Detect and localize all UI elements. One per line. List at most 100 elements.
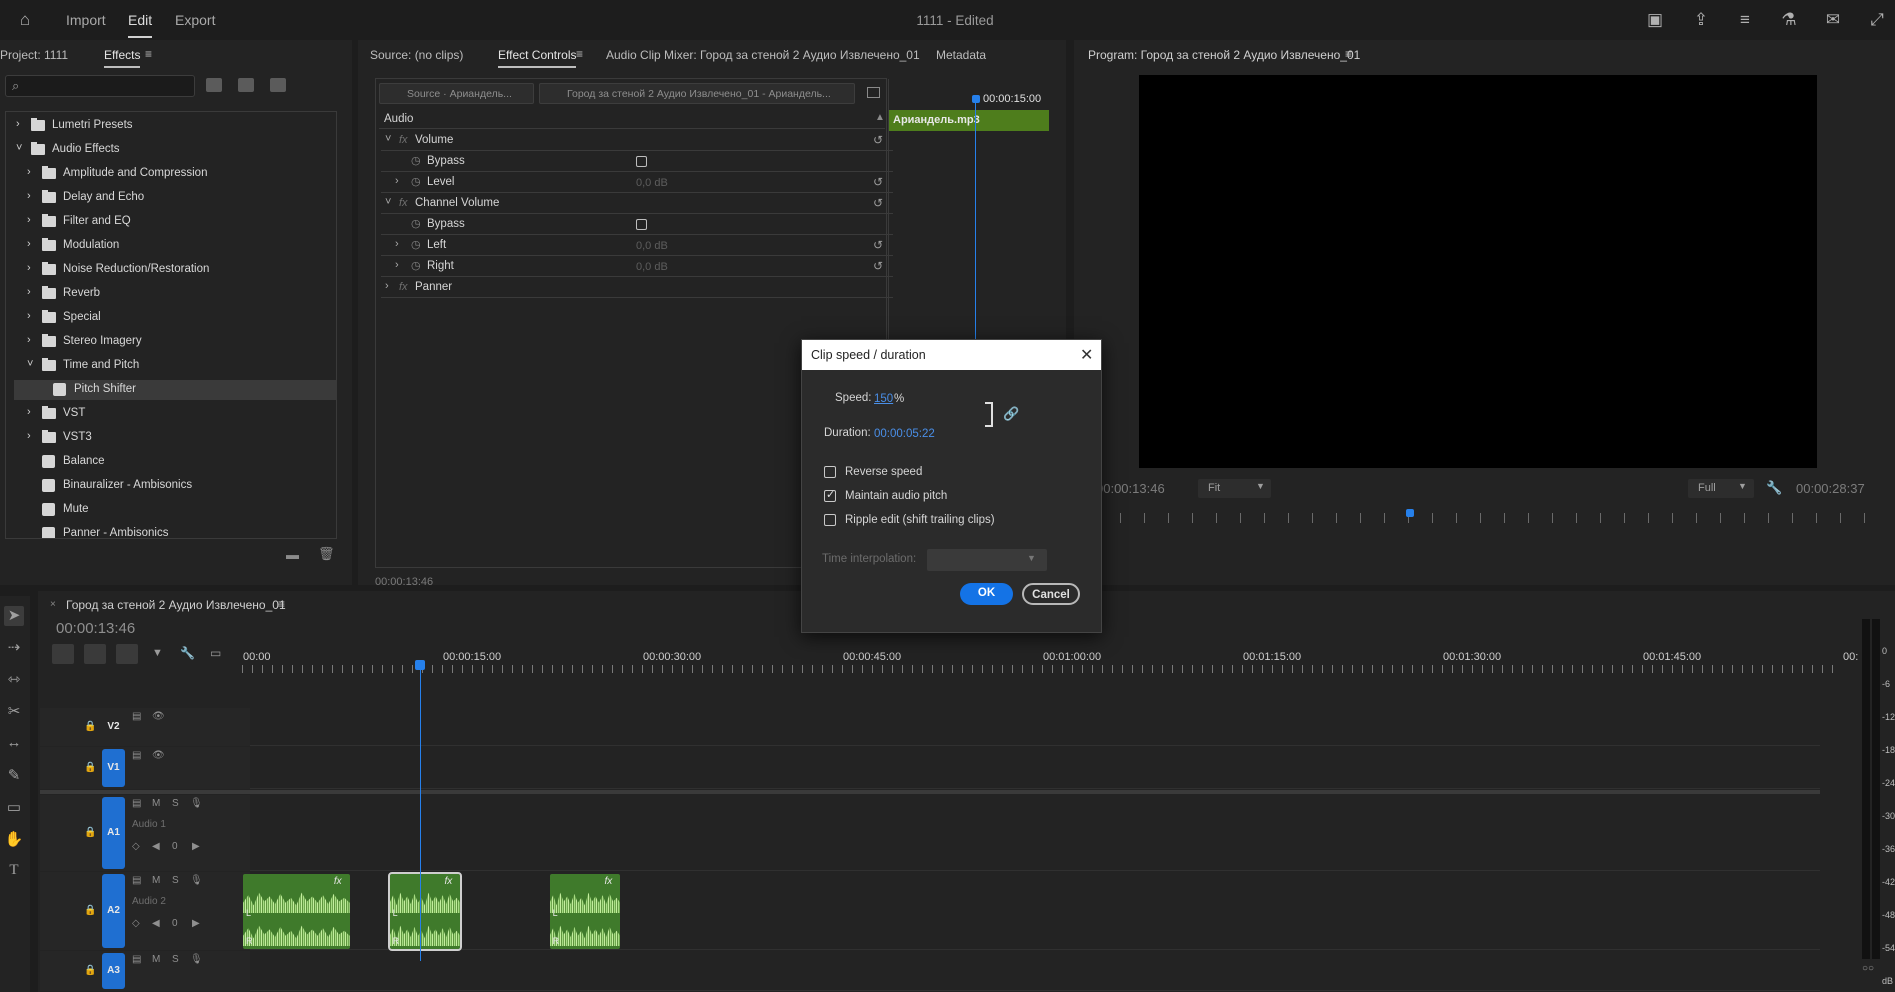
tab-project[interactable]: Project: 1111 <box>0 48 68 62</box>
track-select-tool-icon[interactable]: ⇢ <box>4 638 24 658</box>
stopwatch-icon[interactable]: ◷ <box>411 154 421 167</box>
track-volume[interactable]: 0 <box>172 841 178 852</box>
chevron-right-icon[interactable]: › <box>395 259 399 271</box>
stopwatch-icon[interactable]: ◷ <box>411 175 421 188</box>
mute-button[interactable]: M <box>152 875 160 886</box>
accelerated-effects-icon[interactable] <box>206 78 222 92</box>
reset-icon[interactable]: ↺ <box>873 259 883 273</box>
effect-control-row[interactable]: ◷ Bypass <box>381 214 893 235</box>
track-target-a1[interactable]: A1 <box>102 797 125 869</box>
trash-icon[interactable]: 🗑 <box>318 546 335 562</box>
reset-icon[interactable]: ↺ <box>873 238 883 252</box>
effect-control-row[interactable]: › ◷ Right 0,0 dB ↺ <box>381 256 893 277</box>
duration-value[interactable]: 00:00:05:22 <box>874 428 935 440</box>
sync-lock-icon[interactable]: ▤ <box>132 875 141 886</box>
prev-keyframe-icon[interactable]: ◀ <box>152 918 160 929</box>
track-volume[interactable]: 0 <box>172 918 178 929</box>
chevron-right-icon[interactable]: › <box>395 175 399 187</box>
effects-tree-item[interactable]: › VST3 <box>14 428 336 448</box>
panel-menu-icon[interactable]: ≡ <box>1345 47 1352 61</box>
source-dropdown[interactable]: Source · Ариандель... <box>379 83 534 104</box>
effects-search-input[interactable]: ⌕ <box>5 75 195 97</box>
ripple-edit-checkbox[interactable] <box>824 514 836 526</box>
stopwatch-icon[interactable]: ◷ <box>411 259 421 272</box>
fx-toggle-icon[interactable]: fx <box>399 134 408 146</box>
effects-tree-item[interactable]: › Delay and Echo <box>14 188 336 208</box>
panel-menu-icon[interactable]: ≡ <box>576 47 583 61</box>
fx-toggle-icon[interactable]: fx <box>399 197 408 209</box>
nav-import[interactable]: Import <box>66 12 106 28</box>
ok-button[interactable]: OK <box>960 583 1013 605</box>
timeline-settings-icon[interactable]: 🔧 <box>180 646 195 660</box>
keyframe-icon[interactable]: ◇ <box>132 918 140 929</box>
effects-tree-item[interactable]: › Filter and EQ <box>14 212 336 232</box>
sync-lock-icon[interactable]: ▤ <box>132 954 141 965</box>
param-value[interactable]: 0,0 dB <box>636 240 668 252</box>
reset-icon[interactable]: ↺ <box>873 196 883 210</box>
clip-dropdown[interactable]: Город за стеной 2 Аудио Извлечено_01 - А… <box>539 83 855 104</box>
microphone-icon[interactable]: 🎙 <box>190 875 203 886</box>
audio-clip[interactable]: fx L R <box>387 872 463 951</box>
slip-tool-icon[interactable]: ↔ <box>4 734 24 754</box>
pen-tool-icon[interactable]: ✎ <box>4 766 24 786</box>
chevron-down-icon[interactable]: ˅ <box>385 133 391 145</box>
effects-tree-item[interactable]: ˅ Audio Effects <box>14 140 336 160</box>
effects-tree-item[interactable]: › Reverb <box>14 284 336 304</box>
prev-keyframe-icon[interactable]: ◀ <box>152 841 160 852</box>
solo-button[interactable]: S <box>172 875 179 886</box>
interpolation-dropdown[interactable]: ▼ <box>927 549 1047 571</box>
collapse-icon[interactable]: ▲ <box>875 112 885 123</box>
captions-icon[interactable]: ▭ <box>210 646 221 660</box>
audio-clip[interactable]: fx L R <box>243 874 350 949</box>
effects-tree-item[interactable]: ˅ Time and Pitch <box>14 356 336 376</box>
next-keyframe-icon[interactable]: ▶ <box>192 918 200 929</box>
effects-tree-item[interactable]: Mute <box>14 500 336 520</box>
hand-tool-icon[interactable]: ✋ <box>4 830 24 850</box>
add-marker-icon[interactable]: ▼ <box>152 647 163 659</box>
track-target-a3[interactable]: A3 <box>102 953 125 989</box>
lock-icon[interactable]: 🔒 <box>84 762 96 773</box>
ripple-edit-tool-icon[interactable]: ⇿ <box>4 670 24 690</box>
lock-icon[interactable]: 🔒 <box>84 965 96 976</box>
fullscreen-icon[interactable]: ⤢ <box>1866 9 1888 31</box>
video-audio-divider[interactable] <box>40 790 1820 794</box>
speed-value[interactable]: 150 <box>874 393 893 405</box>
fx-toggle-icon[interactable]: fx <box>399 281 408 293</box>
ec-clip-bar[interactable]: Ариандель.mp3 <box>889 110 1049 131</box>
linked-selection-icon[interactable] <box>116 644 138 664</box>
lock-icon[interactable]: 🔒 <box>84 905 96 916</box>
yuv-effects-icon[interactable] <box>270 78 286 92</box>
effects-tree-item[interactable]: › Stereo Imagery <box>14 332 336 352</box>
workspaces-icon[interactable]: ▣ <box>1644 9 1666 31</box>
video-preview[interactable] <box>1139 75 1817 468</box>
close-icon[interactable]: ✕ <box>1080 345 1093 365</box>
chevron-right-icon[interactable]: › <box>27 166 37 178</box>
wrench-icon[interactable]: 🔧 <box>1766 480 1782 496</box>
track-target-a2[interactable]: A2 <box>102 874 125 948</box>
chevron-right-icon[interactable]: › <box>27 238 37 250</box>
program-time-ruler[interactable] <box>1096 513 1886 523</box>
new-folder-icon[interactable]: ▬ <box>286 547 299 562</box>
selection-tool-icon[interactable]: ➤ <box>4 606 24 626</box>
effect-control-row[interactable]: › ◷ Level 0,0 dB ↺ <box>381 172 893 193</box>
solo-button[interactable]: S <box>172 798 179 809</box>
program-playhead[interactable] <box>1406 509 1414 517</box>
tab-audio-clip-mixer[interactable]: Audio Clip Mixer: Город за стеной 2 Ауди… <box>606 48 920 62</box>
eye-icon[interactable]: 👁 <box>152 711 165 722</box>
chevron-right-icon[interactable]: › <box>27 334 37 346</box>
stopwatch-icon[interactable]: ◷ <box>411 217 421 230</box>
tab-metadata[interactable]: Metadata <box>936 48 986 62</box>
rectangle-tool-icon[interactable]: ▭ <box>4 798 24 818</box>
lock-icon[interactable]: 🔒 <box>84 721 96 732</box>
ec-playhead-handle[interactable] <box>972 95 980 103</box>
effects-tree-item[interactable]: › VST <box>14 404 336 424</box>
chevron-right-icon[interactable]: › <box>27 262 37 274</box>
chain-link-icon[interactable]: 🔗 <box>1003 406 1019 422</box>
snap-icon[interactable] <box>84 644 106 664</box>
effect-control-row[interactable]: › ◷ Left 0,0 dB ↺ <box>381 235 893 256</box>
param-value[interactable]: 0,0 dB <box>636 177 668 189</box>
nest-toggle-icon[interactable] <box>52 644 74 664</box>
lock-icon[interactable]: 🔒 <box>84 827 96 838</box>
effect-control-row[interactable]: › fx Panner <box>381 277 893 298</box>
close-sequence-icon[interactable]: × <box>50 599 56 610</box>
